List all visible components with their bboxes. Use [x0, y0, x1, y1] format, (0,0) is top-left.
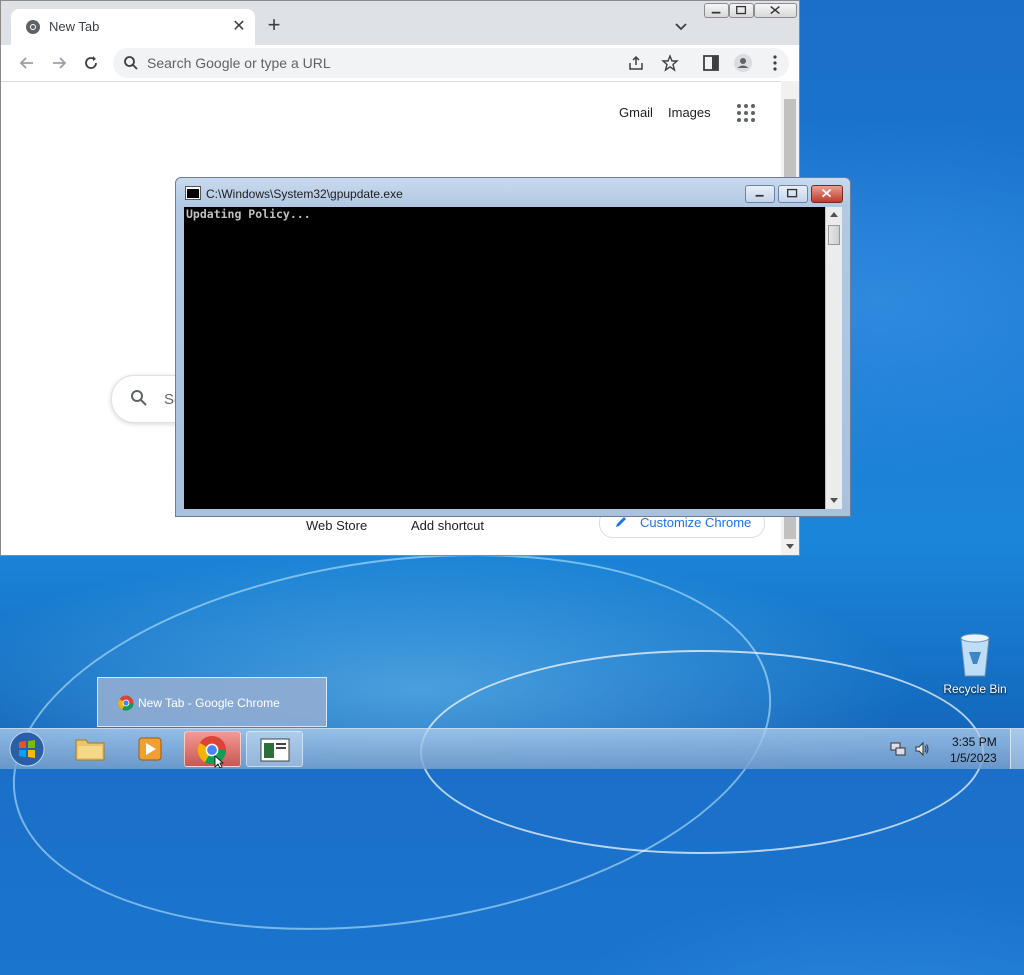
close-icon: [770, 6, 780, 15]
volume-icon[interactable]: [914, 741, 930, 757]
tab-search-chevron-icon[interactable]: [671, 16, 691, 36]
shortcut-add-shortcut[interactable]: Add shortcut: [411, 518, 484, 533]
close-icon: [821, 188, 832, 198]
taskbar-preview-chrome[interactable]: New Tab - Google Chrome: [97, 677, 327, 727]
taskbar: 3:35 PM 1/5/2023: [0, 728, 1024, 769]
scroll-down-arrow-icon[interactable]: [829, 497, 839, 505]
console-close-button[interactable]: [811, 185, 843, 203]
console-output-area[interactable]: Updating Policy...: [184, 207, 825, 509]
omnibox-placeholder: Search Google or type a URL: [147, 55, 331, 71]
scroll-up-arrow-icon[interactable]: [829, 210, 839, 218]
taskbar-explorer-button[interactable]: [62, 731, 119, 767]
browser-toolbar: Search Google or type a URL: [1, 45, 799, 82]
recycle-bin-label: Recycle Bin: [943, 682, 1007, 696]
media-player-icon: [138, 737, 162, 761]
chrome-favicon-icon: [26, 20, 40, 34]
profile-avatar-icon[interactable]: [733, 53, 753, 73]
taskbar-console-button[interactable]: [246, 731, 303, 767]
taskbar-preview-title: New Tab - Google Chrome: [138, 696, 280, 710]
omnibox[interactable]: Search Google or type a URL: [113, 48, 789, 78]
console-scrollbar[interactable]: [826, 207, 842, 509]
minimize-icon: [755, 194, 764, 197]
side-panel-icon[interactable]: [701, 53, 721, 73]
back-arrow-icon[interactable]: [17, 53, 37, 73]
pencil-icon: [616, 517, 626, 527]
tab-strip: New Tab ✕ +: [1, 1, 799, 45]
tab-title: New Tab: [49, 19, 100, 34]
gmail-link[interactable]: Gmail: [619, 105, 653, 120]
console-scroll-thumb[interactable]: [828, 225, 840, 245]
console-window-icon: [260, 738, 290, 762]
console-minimize-button[interactable]: [745, 185, 775, 203]
reload-icon[interactable]: [81, 53, 101, 73]
maximize-button[interactable]: [729, 3, 754, 18]
recycle-bin-icon: [960, 633, 990, 677]
maximize-icon: [736, 5, 747, 15]
console-app-icon: [185, 186, 201, 200]
search-icon: [124, 56, 138, 70]
forward-arrow-icon[interactable]: [49, 53, 69, 73]
console-window: C:\Windows\System32\gpupdate.exe Updatin…: [175, 177, 851, 517]
new-tab-button[interactable]: +: [263, 14, 285, 36]
clock-date[interactable]: 1/5/2023: [950, 751, 997, 765]
network-icon[interactable]: [890, 741, 906, 757]
menu-kebab-icon[interactable]: [765, 53, 785, 73]
mouse-cursor-icon: [214, 755, 224, 768]
minimize-button[interactable]: [704, 3, 729, 18]
bookmark-star-icon[interactable]: [661, 54, 679, 72]
taskbar-media-player-button[interactable]: [122, 731, 179, 767]
search-icon: [131, 390, 147, 406]
close-button[interactable]: [754, 3, 797, 18]
tab-close-icon[interactable]: ✕: [230, 18, 248, 36]
taskbar-chrome-button[interactable]: [184, 731, 241, 767]
share-icon[interactable]: [627, 54, 645, 72]
maximize-icon: [787, 188, 798, 198]
chrome-logo-icon: [118, 695, 134, 711]
clock-time[interactable]: 3:35 PM: [952, 735, 997, 749]
shortcut-web-store[interactable]: Web Store: [306, 518, 367, 533]
folder-icon: [75, 739, 105, 761]
tab-new-tab[interactable]: New Tab ✕: [11, 9, 255, 45]
windows-start-icon[interactable]: [8, 731, 46, 767]
recycle-bin-shortcut[interactable]: Recycle Bin: [942, 630, 1008, 700]
console-output-text: Updating Policy...: [186, 207, 311, 221]
show-desktop-button[interactable]: [1010, 729, 1024, 769]
scroll-down-arrow-icon[interactable]: [785, 541, 795, 551]
minimize-icon: [711, 11, 721, 14]
customize-chrome-label: Customize Chrome: [640, 515, 752, 530]
images-link[interactable]: Images: [668, 105, 711, 120]
console-maximize-button[interactable]: [778, 185, 808, 203]
console-title: C:\Windows\System32\gpupdate.exe: [206, 187, 403, 201]
google-apps-grid-icon[interactable]: [736, 103, 756, 123]
